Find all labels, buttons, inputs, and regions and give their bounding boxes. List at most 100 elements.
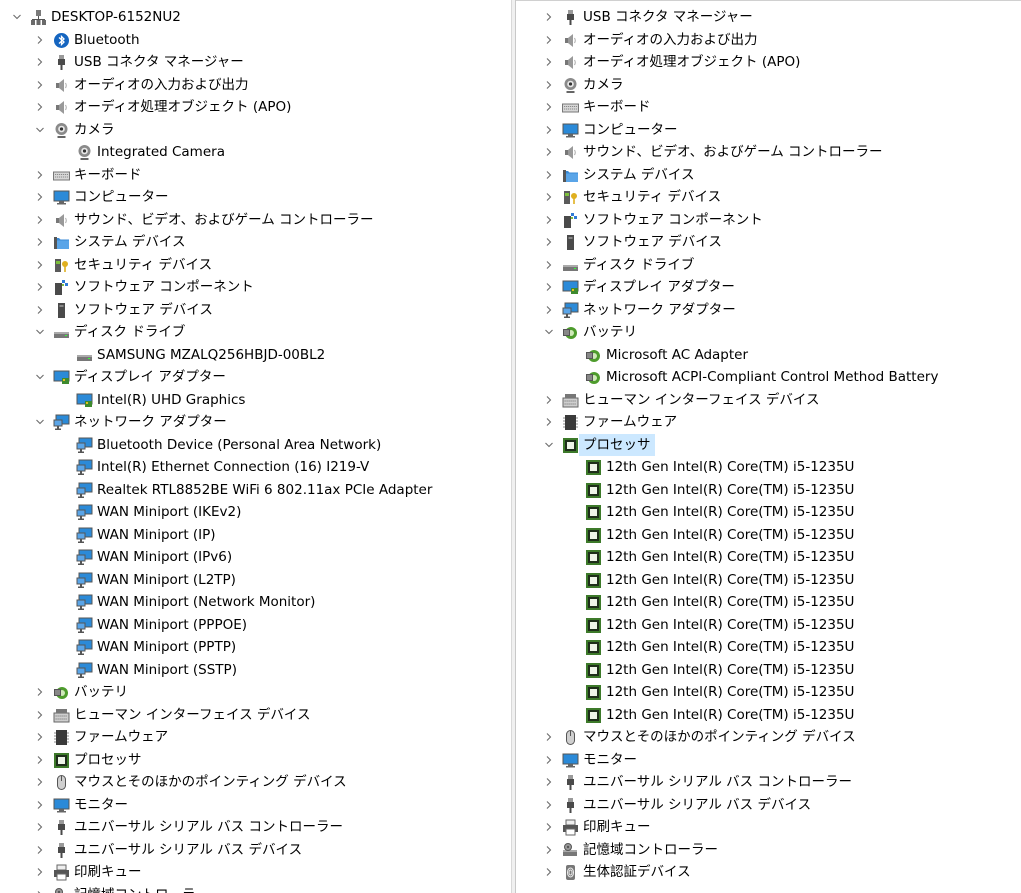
- tree-node-category-3[interactable]: カメラ: [516, 74, 1021, 97]
- tree-node-category-34[interactable]: ユニバーサル シリアル バス コントローラー: [516, 771, 1021, 794]
- chevron-right-icon[interactable]: [542, 55, 556, 69]
- chevron-right-icon[interactable]: [33, 798, 47, 812]
- chevron-down-icon[interactable]: [542, 325, 556, 339]
- tree-node-device-6[interactable]: Integrated Camera: [0, 141, 511, 164]
- chevron-right-icon[interactable]: [542, 303, 556, 317]
- tree-node-category-9[interactable]: サウンド、ビデオ、およびゲーム コントローラー: [0, 209, 511, 232]
- tree-node-device-20[interactable]: Intel(R) Ethernet Connection (16) I219-V: [0, 456, 511, 479]
- tree-node-device-28[interactable]: 12th Gen Intel(R) Core(TM) i5-1235U: [516, 636, 1021, 659]
- tree-node-category-35[interactable]: ユニバーサル シリアル バス デバイス: [516, 794, 1021, 817]
- chevron-down-icon[interactable]: [542, 438, 556, 452]
- tree-node-device-24[interactable]: 12th Gen Intel(R) Core(TM) i5-1235U: [516, 546, 1021, 569]
- tree-node-category-38[interactable]: 印刷キュー: [0, 861, 511, 884]
- chevron-right-icon[interactable]: [542, 280, 556, 294]
- tree-node-category-3[interactable]: オーディオの入力および出力: [0, 74, 511, 97]
- device-tree-left[interactable]: DESKTOP-6152NU2 Bluetooth USB コネクタ マネージャーオ…: [0, 6, 511, 893]
- tree-node-category-36[interactable]: 印刷キュー: [516, 816, 1021, 839]
- chevron-right-icon[interactable]: [542, 843, 556, 857]
- chevron-right-icon[interactable]: [33, 708, 47, 722]
- tree-node-device-15[interactable]: Microsoft AC Adapter: [516, 344, 1021, 367]
- tree-node-category-10[interactable]: ソフトウェア デバイス: [516, 231, 1021, 254]
- tree-node-category-38[interactable]: 生体認証デバイス: [516, 861, 1021, 884]
- tree-node-category-32[interactable]: マウスとそのほかのポインティング デバイス: [516, 726, 1021, 749]
- chevron-down-icon[interactable]: [33, 123, 47, 137]
- chevron-right-icon[interactable]: [33, 775, 47, 789]
- chevron-right-icon[interactable]: [33, 78, 47, 92]
- chevron-down-icon[interactable]: [33, 370, 47, 384]
- tree-node-category-12[interactable]: ソフトウェア コンポーネント: [0, 276, 511, 299]
- chevron-right-icon[interactable]: [542, 33, 556, 47]
- tree-node-category-37[interactable]: 記憶域コントローラー: [516, 839, 1021, 862]
- tree-node-device-26[interactable]: WAN Miniport (Network Monitor): [0, 591, 511, 614]
- tree-node-category-39[interactable]: 記憶域コントローラー: [0, 884, 511, 893]
- tree-node-device-29[interactable]: WAN Miniport (SSTP): [0, 659, 511, 682]
- chevron-right-icon[interactable]: [33, 213, 47, 227]
- tree-node-device-20[interactable]: 12th Gen Intel(R) Core(TM) i5-1235U: [516, 456, 1021, 479]
- tree-node-device-25[interactable]: 12th Gen Intel(R) Core(TM) i5-1235U: [516, 569, 1021, 592]
- chevron-right-icon[interactable]: [542, 730, 556, 744]
- tree-node-category-2[interactable]: USB コネクタ マネージャー: [0, 51, 511, 74]
- tree-node-device-25[interactable]: WAN Miniport (L2TP): [0, 569, 511, 592]
- tree-node-device-23[interactable]: 12th Gen Intel(R) Core(TM) i5-1235U: [516, 524, 1021, 547]
- tree-node-category-34[interactable]: マウスとそのほかのポインティング デバイス: [0, 771, 511, 794]
- tree-node-category-11[interactable]: ディスク ドライブ: [516, 254, 1021, 277]
- chevron-down-icon[interactable]: [10, 10, 24, 24]
- device-tree-right[interactable]: USB コネクタ マネージャー オーディオの入力および出力 オーディオ処理オブジェク…: [516, 6, 1021, 884]
- chevron-right-icon[interactable]: [33, 865, 47, 879]
- chevron-right-icon[interactable]: [33, 55, 47, 69]
- chevron-right-icon[interactable]: [542, 415, 556, 429]
- chevron-right-icon[interactable]: [33, 168, 47, 182]
- tree-node-category-12[interactable]: ディスプレイ アダプター: [516, 276, 1021, 299]
- chevron-right-icon[interactable]: [33, 753, 47, 767]
- tree-node-category-18[interactable]: ネットワーク アダプター: [0, 411, 511, 434]
- chevron-right-icon[interactable]: [542, 213, 556, 227]
- tree-node-category-16[interactable]: ディスプレイ アダプター: [0, 366, 511, 389]
- tree-node-category-7[interactable]: システム デバイス: [516, 164, 1021, 187]
- chevron-right-icon[interactable]: [542, 820, 556, 834]
- tree-node-device-15[interactable]: SAMSUNG MZALQ256HBJD-00BL2: [0, 344, 511, 367]
- chevron-right-icon[interactable]: [33, 190, 47, 204]
- tree-node-category-17[interactable]: ヒューマン インターフェイス デバイス: [516, 389, 1021, 412]
- tree-node-category-14[interactable]: バッテリ: [516, 321, 1021, 344]
- tree-node-category-13[interactable]: ソフトウェア デバイス: [0, 299, 511, 322]
- tree-node-device-21[interactable]: 12th Gen Intel(R) Core(TM) i5-1235U: [516, 479, 1021, 502]
- tree-node-device-22[interactable]: WAN Miniport (IKEv2): [0, 501, 511, 524]
- chevron-right-icon[interactable]: [33, 33, 47, 47]
- tree-node-category-35[interactable]: モニター: [0, 794, 511, 817]
- tree-node-category-36[interactable]: ユニバーサル シリアル バス コントローラー: [0, 816, 511, 839]
- tree-node-device-27[interactable]: 12th Gen Intel(R) Core(TM) i5-1235U: [516, 614, 1021, 637]
- chevron-right-icon[interactable]: [542, 78, 556, 92]
- tree-node-root-0[interactable]: DESKTOP-6152NU2: [0, 6, 511, 29]
- tree-node-device-21[interactable]: Realtek RTL8852BE WiFi 6 802.11ax PCIe A…: [0, 479, 511, 502]
- chevron-right-icon[interactable]: [542, 798, 556, 812]
- tree-node-category-37[interactable]: ユニバーサル シリアル バス デバイス: [0, 839, 511, 862]
- tree-node-category-4[interactable]: オーディオ処理オブジェクト (APO): [0, 96, 511, 119]
- tree-node-category-1[interactable]: Bluetooth: [0, 29, 511, 52]
- tree-node-device-17[interactable]: Intel(R) UHD Graphics: [0, 389, 511, 412]
- chevron-right-icon[interactable]: [33, 888, 47, 893]
- tree-node-category-32[interactable]: ファームウェア: [0, 726, 511, 749]
- tree-node-device-27[interactable]: WAN Miniport (PPPOE): [0, 614, 511, 637]
- tree-node-category-4[interactable]: キーボード: [516, 96, 1021, 119]
- tree-node-device-19[interactable]: Bluetooth Device (Personal Area Network): [0, 434, 511, 457]
- chevron-right-icon[interactable]: [542, 10, 556, 24]
- tree-node-category-7[interactable]: キーボード: [0, 164, 511, 187]
- tree-node-device-30[interactable]: 12th Gen Intel(R) Core(TM) i5-1235U: [516, 681, 1021, 704]
- tree-node-device-24[interactable]: WAN Miniport (IPv6): [0, 546, 511, 569]
- right-device-tree-pane[interactable]: USB コネクタ マネージャー オーディオの入力および出力 オーディオ処理オブジェク…: [516, 0, 1021, 893]
- chevron-right-icon[interactable]: [542, 190, 556, 204]
- chevron-down-icon[interactable]: [33, 415, 47, 429]
- chevron-right-icon[interactable]: [33, 303, 47, 317]
- tree-node-category-33[interactable]: モニター: [516, 749, 1021, 772]
- tree-node-category-5[interactable]: コンピューター: [516, 119, 1021, 142]
- tree-node-device-23[interactable]: WAN Miniport (IP): [0, 524, 511, 547]
- chevron-right-icon[interactable]: [542, 168, 556, 182]
- chevron-right-icon[interactable]: [542, 865, 556, 879]
- tree-node-category-14[interactable]: ディスク ドライブ: [0, 321, 511, 344]
- tree-node-device-26[interactable]: 12th Gen Intel(R) Core(TM) i5-1235U: [516, 591, 1021, 614]
- tree-node-device-29[interactable]: 12th Gen Intel(R) Core(TM) i5-1235U: [516, 659, 1021, 682]
- chevron-right-icon[interactable]: [33, 730, 47, 744]
- tree-node-category-9[interactable]: ソフトウェア コンポーネント: [516, 209, 1021, 232]
- tree-node-category-0[interactable]: USB コネクタ マネージャー: [516, 6, 1021, 29]
- tree-node-category-6[interactable]: サウンド、ビデオ、およびゲーム コントローラー: [516, 141, 1021, 164]
